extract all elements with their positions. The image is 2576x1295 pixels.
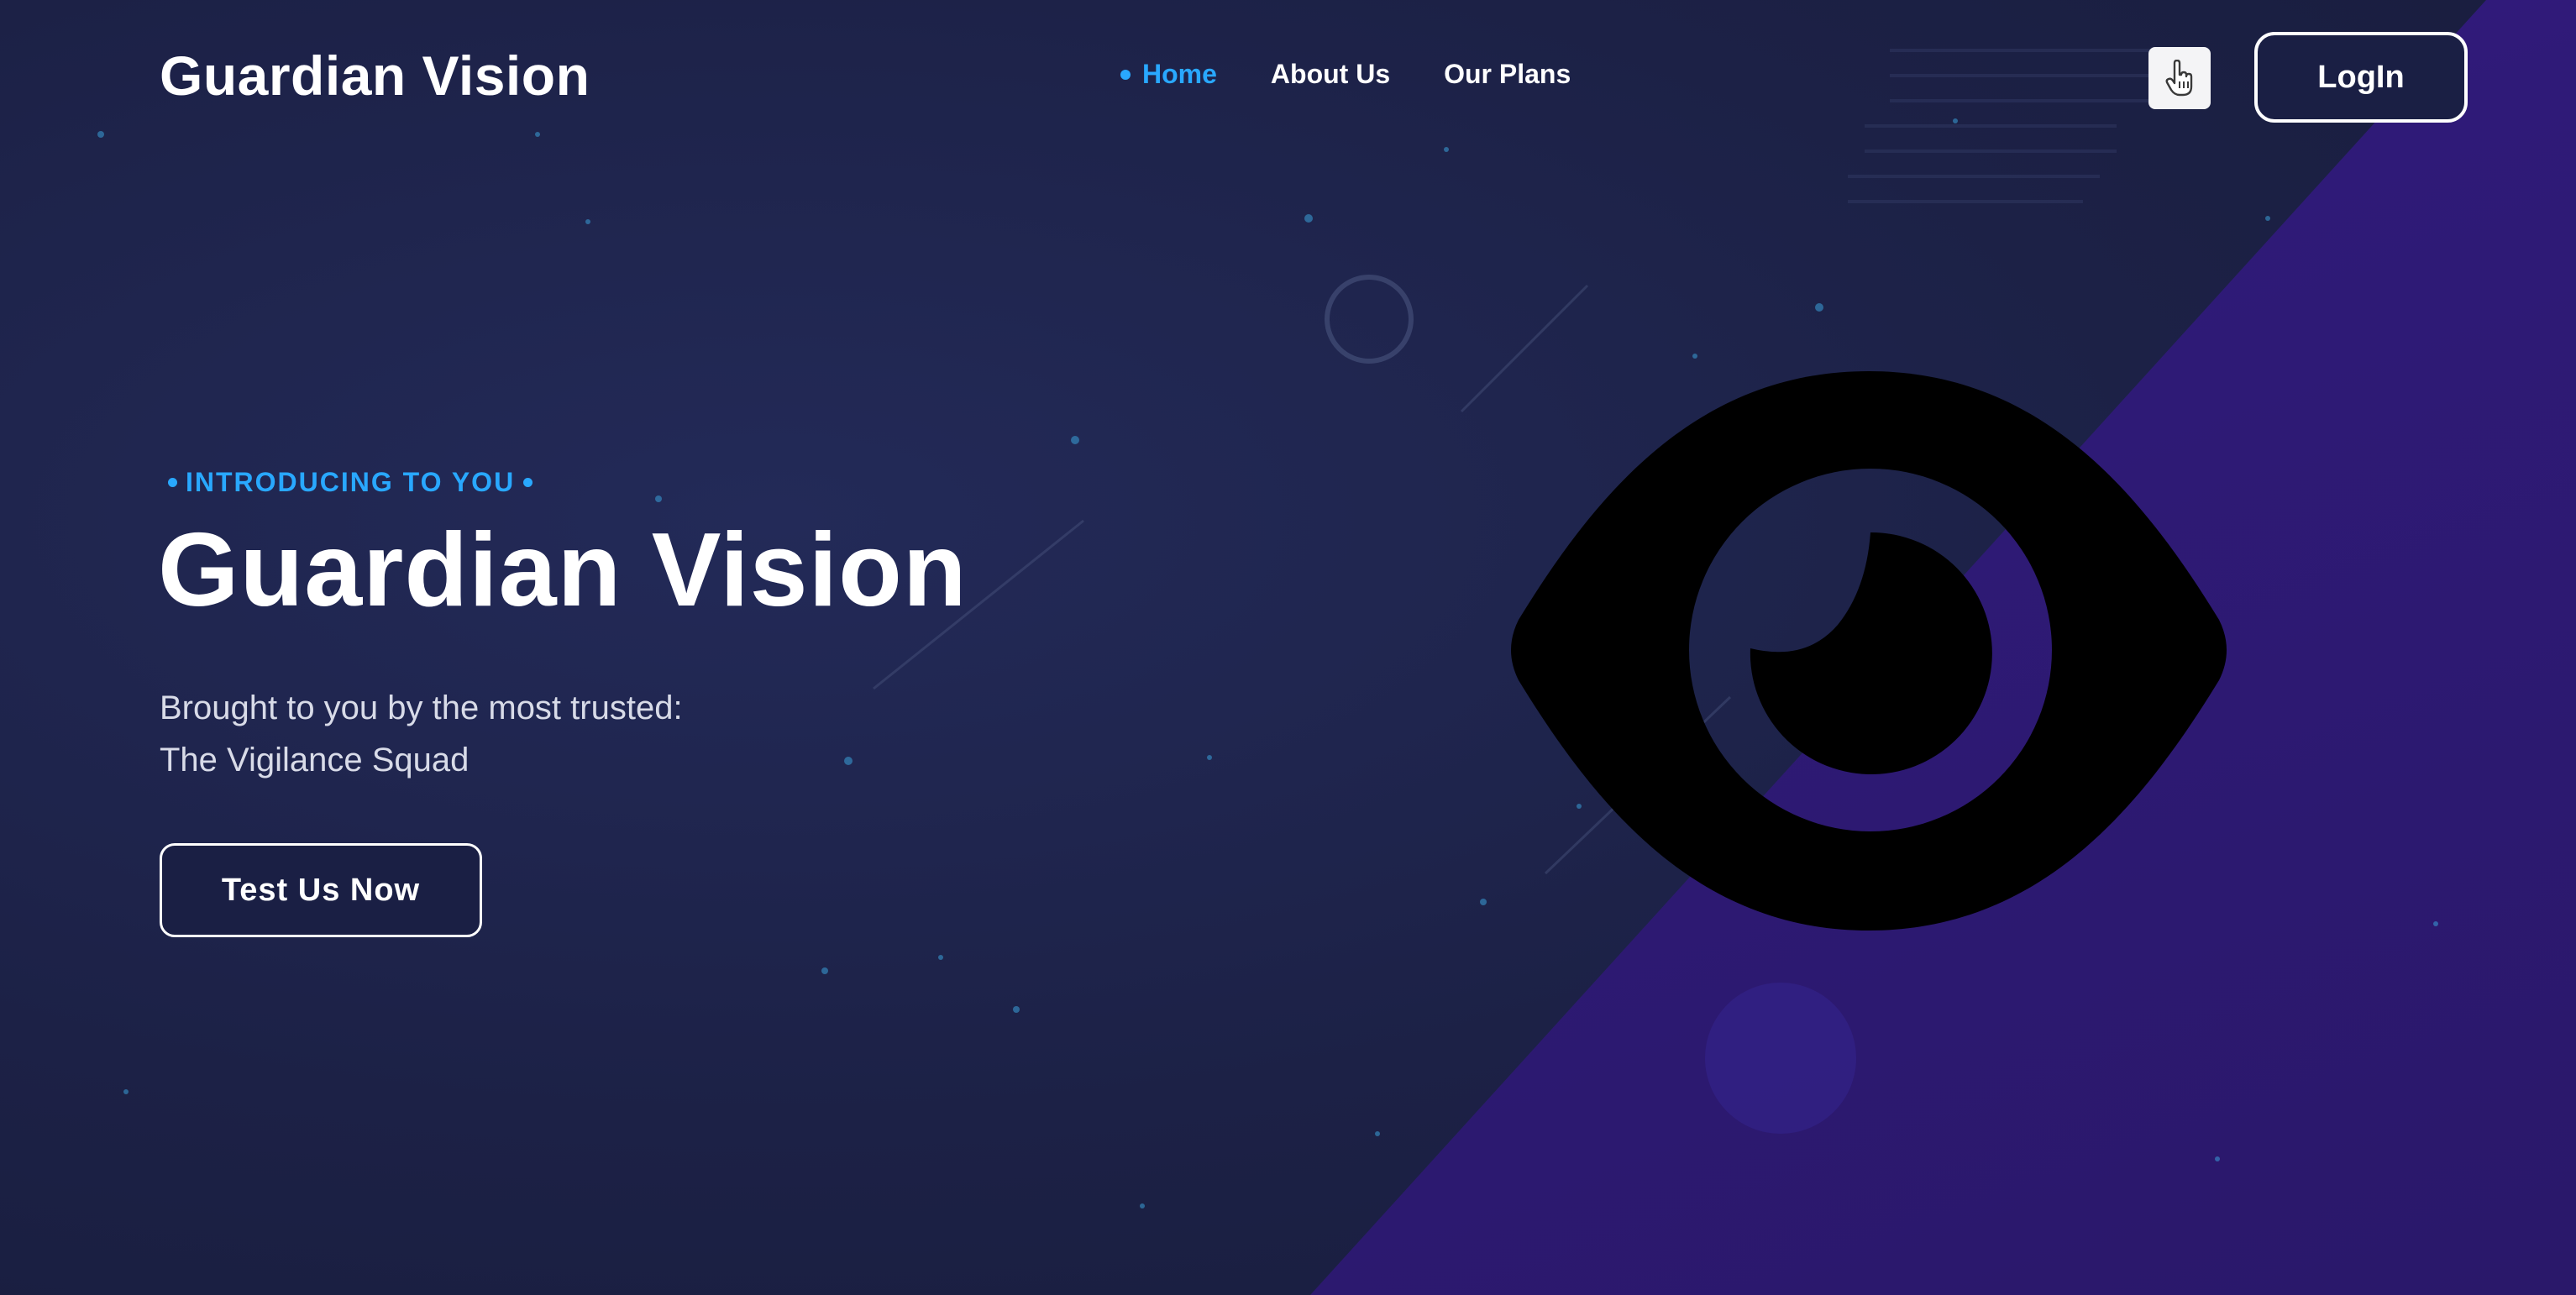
eyebrow-right-dot-icon <box>523 478 533 487</box>
nav-home-label: Home <box>1142 59 1217 89</box>
nav-home[interactable]: Home <box>1120 59 1217 90</box>
landing-page: Guardian Vision Home About Us Our Plans … <box>0 0 2576 1295</box>
nav-about-us-label: About Us <box>1270 59 1391 89</box>
eye-icon <box>1511 371 2227 931</box>
nav-about-us[interactable]: About Us <box>1271 59 1390 90</box>
active-dot-icon <box>1120 69 1131 80</box>
hand-pointer-button[interactable] <box>2148 47 2211 109</box>
main-nav: Home About Us Our Plans <box>1120 59 1571 90</box>
hero-eyebrow: INTRODUCING TO YOU <box>160 467 541 498</box>
nav-our-plans[interactable]: Our Plans <box>1444 59 1571 90</box>
hero-eyebrow-text: INTRODUCING TO YOU <box>186 467 516 497</box>
hero-subtitle: Brought to you by the most trusted: The … <box>160 682 683 786</box>
login-button[interactable]: LogIn <box>2254 32 2468 123</box>
test-us-now-button[interactable]: Test Us Now <box>160 843 482 937</box>
hand-pointer-icon <box>2165 60 2193 97</box>
brand-logo[interactable]: Guardian Vision <box>160 44 590 107</box>
eyebrow-left-dot-icon <box>168 478 177 487</box>
hero-subtitle-line-1: Brought to you by the most trusted: <box>160 689 683 726</box>
hero-title: Guardian Vision <box>158 512 968 628</box>
nav-our-plans-label: Our Plans <box>1444 59 1571 89</box>
hero-subtitle-line-2: The Vigilance Squad <box>160 742 470 779</box>
